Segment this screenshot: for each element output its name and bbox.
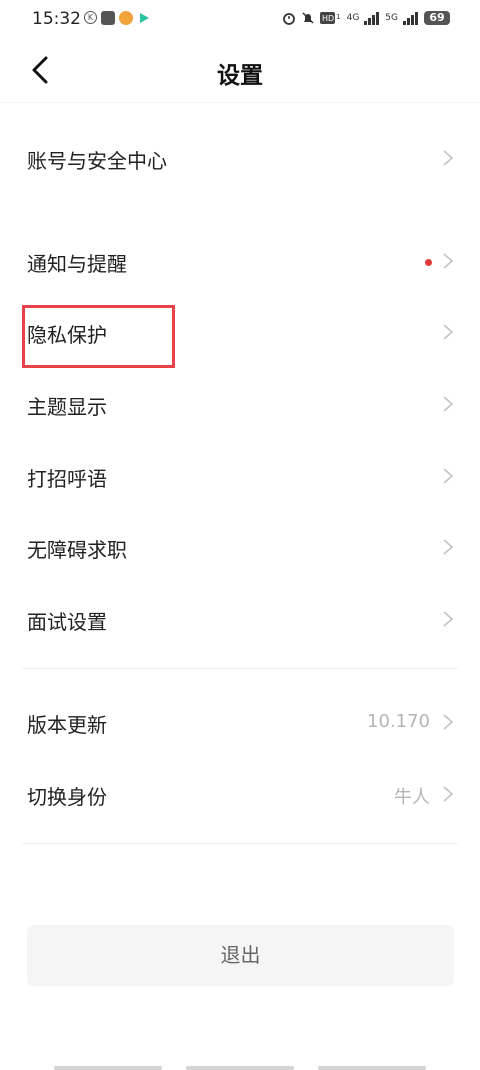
chevron-right-icon — [443, 786, 454, 802]
row-label: 无障碍求职 — [27, 538, 127, 562]
play-icon — [137, 11, 151, 25]
nav-bar: 设置 — [0, 40, 480, 103]
notification-dot — [425, 259, 432, 266]
row-label: 主题显示 — [27, 395, 107, 419]
hd-icon: HD 1 — [319, 11, 342, 25]
home-indicator — [186, 1066, 294, 1070]
identity-value: 牛人 — [394, 787, 430, 808]
chevron-right-icon — [443, 468, 454, 484]
battery-indicator: 69 — [424, 11, 450, 25]
section-divider — [22, 668, 458, 669]
settings-row-switch-identity[interactable]: 切换身份 牛人 — [0, 764, 480, 824]
settings-row-accessibility[interactable]: 无障碍求职 — [0, 517, 480, 577]
weibo-icon — [119, 11, 133, 25]
chevron-right-icon — [443, 539, 454, 555]
home-indicator — [318, 1066, 426, 1070]
network-4g-label: 4G — [346, 13, 360, 23]
chevron-right-icon — [443, 714, 454, 730]
settings-row-interview[interactable]: 面试设置 — [0, 589, 480, 649]
mute-icon — [301, 11, 315, 25]
network-5g-label: 5G — [385, 13, 398, 23]
svg-text:1: 1 — [336, 13, 340, 21]
chevron-right-icon — [443, 253, 454, 269]
row-label: 账号与安全中心 — [27, 149, 167, 173]
settings-row-theme[interactable]: 主题显示 — [0, 374, 480, 434]
settings-row-greeting[interactable]: 打招呼语 — [0, 446, 480, 506]
row-label: 版本更新 — [27, 713, 107, 737]
settings-row-account-security[interactable]: 账号与安全中心 — [0, 128, 480, 188]
signal-icon-2 — [403, 11, 419, 25]
version-value: 10.170 — [367, 711, 430, 732]
svg-text:HD: HD — [322, 14, 334, 23]
signal-icon — [364, 11, 380, 25]
chevron-right-icon — [443, 611, 454, 627]
mail-icon — [101, 11, 115, 25]
row-label: 切换身份 — [27, 785, 107, 809]
page-title: 设置 — [217, 63, 263, 89]
notification-icons: K — [84, 11, 151, 25]
status-right-icons: HD 1 4G 5G 69 — [282, 11, 450, 25]
highlight-annotation-box — [22, 305, 175, 368]
settings-row-notifications[interactable]: 通知与提醒 — [0, 231, 480, 291]
section-divider — [22, 843, 458, 844]
home-indicator — [54, 1066, 162, 1070]
logout-button[interactable]: 退出 — [27, 925, 454, 986]
settings-row-version[interactable]: 版本更新 10.170 — [0, 692, 480, 752]
chevron-right-icon — [443, 324, 454, 340]
row-label: 面试设置 — [27, 610, 107, 634]
status-time: 15:32 — [32, 9, 81, 29]
chevron-right-icon — [443, 396, 454, 412]
alarm-icon — [282, 11, 296, 25]
k-app-icon: K — [84, 11, 97, 24]
status-bar: 15:32 K HD 1 4G 5G 69 — [0, 0, 480, 38]
chevron-right-icon — [443, 150, 454, 166]
row-label: 打招呼语 — [27, 467, 107, 491]
row-label: 通知与提醒 — [27, 252, 127, 276]
